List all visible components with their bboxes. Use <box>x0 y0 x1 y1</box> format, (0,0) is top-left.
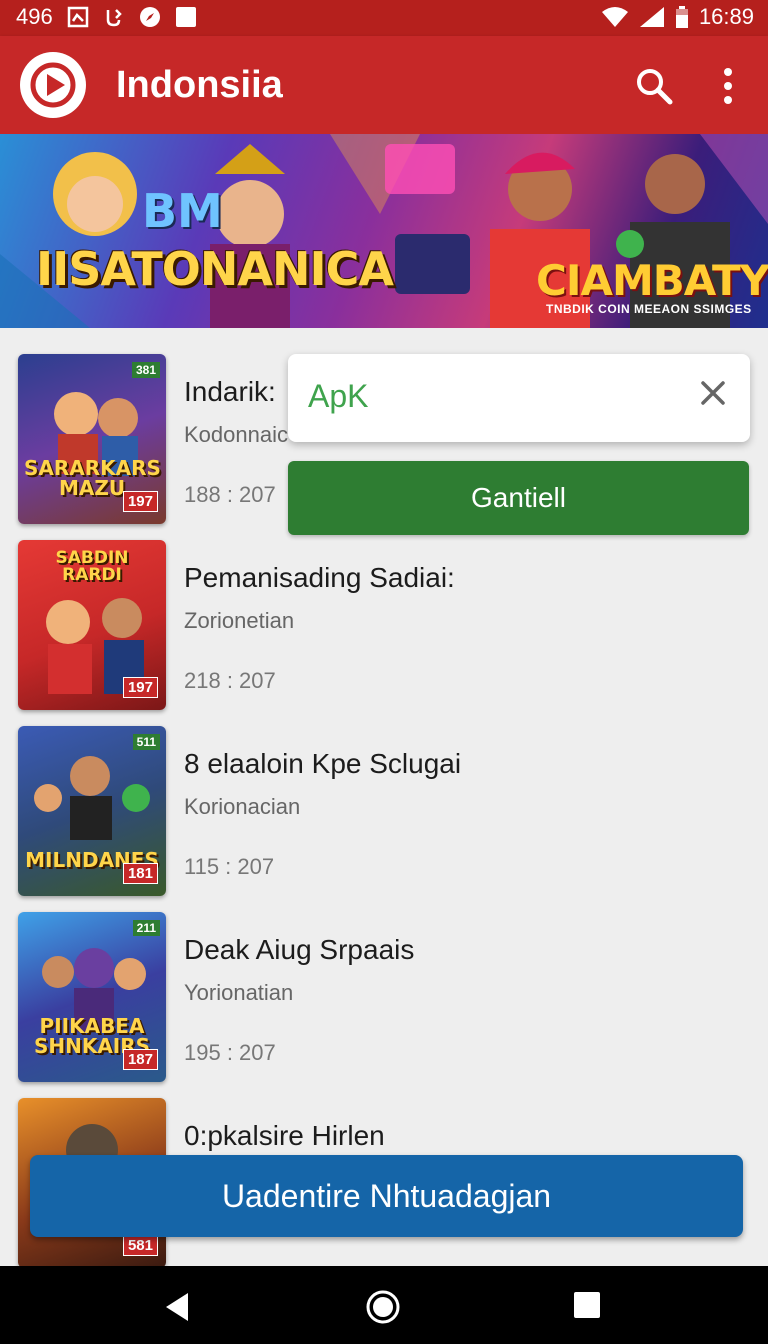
apk-popup-text: ApK <box>308 378 369 414</box>
search-icon[interactable] <box>632 64 676 108</box>
item-meta: 188 : 207 <box>184 482 276 507</box>
item-subtitle: Zorionetian <box>184 608 295 633</box>
status-bar-left: 496 <box>16 4 197 30</box>
thumbnail-top-badge: 211 <box>132 920 160 936</box>
list-item[interactable]: SABDIN RARDI 197 Pemanisading Sadiai: Zo… <box>0 526 768 710</box>
back-icon[interactable] <box>160 1290 194 1324</box>
item-title: Pemanisading Sadiai: <box>184 562 455 593</box>
item-subtitle: Yorionatian <box>184 980 294 1005</box>
item-subtitle: Korionacian <box>184 794 301 819</box>
more-options-icon[interactable] <box>714 64 742 108</box>
status-bar-right: 16:89 <box>601 4 754 30</box>
signal-icon <box>639 7 664 27</box>
app-thumbnail: 511 MILNDANES 181 <box>18 726 166 896</box>
item-title: Deak Aiug Srpaais <box>184 934 415 965</box>
item-title: Indarik: <box>184 376 276 407</box>
close-icon[interactable] <box>696 376 730 410</box>
apk-action-button[interactable]: Gantiell <box>288 461 749 535</box>
thumbnail-title: SABDIN RARDI <box>55 548 129 585</box>
thumbnail-badge: 197 <box>122 491 158 512</box>
play-logo-icon <box>30 62 76 108</box>
primary-cta-button[interactable]: Uadentire Nhtuadagjan <box>30 1155 743 1237</box>
thumbnail-badge: 187 <box>122 1049 158 1070</box>
wifi-icon <box>601 7 628 27</box>
status-time: 16:89 <box>698 4 754 29</box>
list-item[interactable]: 211 PIIKABEA SHNKAIRS 187 Deak Aiug Srpa… <box>0 898 768 1082</box>
banner-right-text: CIAMBATY <box>536 256 768 305</box>
item-meta: 218 : 207 <box>184 668 276 693</box>
item-subtitle: Kodonnaic <box>184 422 288 447</box>
thumbnail-badge: 197 <box>122 677 158 698</box>
app-thumbnail: SABDIN RARDI 197 <box>18 540 166 710</box>
app-thumbnail: 211 PIIKABEA SHNKAIRS 187 <box>18 912 166 1082</box>
apk-popup: ApK <box>288 354 750 442</box>
banner-tagline: TNBDIK COIN MEEAON SSIMGES <box>546 302 752 316</box>
status-bar: 496 16:89 <box>0 0 768 36</box>
sync-notification-icon <box>106 9 122 27</box>
banner-top-text: BM <box>142 184 223 238</box>
thumbnail-badge: 181 <box>122 863 158 884</box>
navigation-bar <box>0 1266 768 1344</box>
item-meta: 195 : 207 <box>184 1040 276 1065</box>
app-thumbnail: 381 SARARKARS MAZU 197 <box>18 354 166 524</box>
banner-main-text: IISATONANICA <box>36 242 394 296</box>
square-notification-icon <box>175 7 196 27</box>
image-notification-icon <box>67 6 88 28</box>
promo-banner[interactable]: BM IISATONANICA CIAMBATY TNBDIK COIN MEE… <box>0 134 768 328</box>
app-logo[interactable] <box>20 52 86 118</box>
recent-apps-icon[interactable] <box>572 1290 602 1320</box>
thumbnail-badge: 581 <box>122 1235 158 1256</box>
app-title: Indonsiia <box>116 64 283 106</box>
thumbnail-top-badge: 381 <box>131 362 160 378</box>
compass-notification-icon <box>139 7 160 27</box>
home-icon[interactable] <box>364 1288 402 1326</box>
list-item[interactable]: 511 MILNDANES 181 8 elaaloin Kpe Sclugai… <box>0 712 768 896</box>
status-number: 496 <box>16 4 53 29</box>
item-title: 8 elaaloin Kpe Sclugai <box>184 748 462 779</box>
app-bar: Indonsiia <box>0 36 768 134</box>
battery-icon <box>675 6 688 28</box>
item-title: 0:pkalsire Hirlen <box>184 1120 385 1151</box>
thumbnail-top-badge: 511 <box>132 734 160 750</box>
item-meta: 115 : 207 <box>184 854 275 879</box>
